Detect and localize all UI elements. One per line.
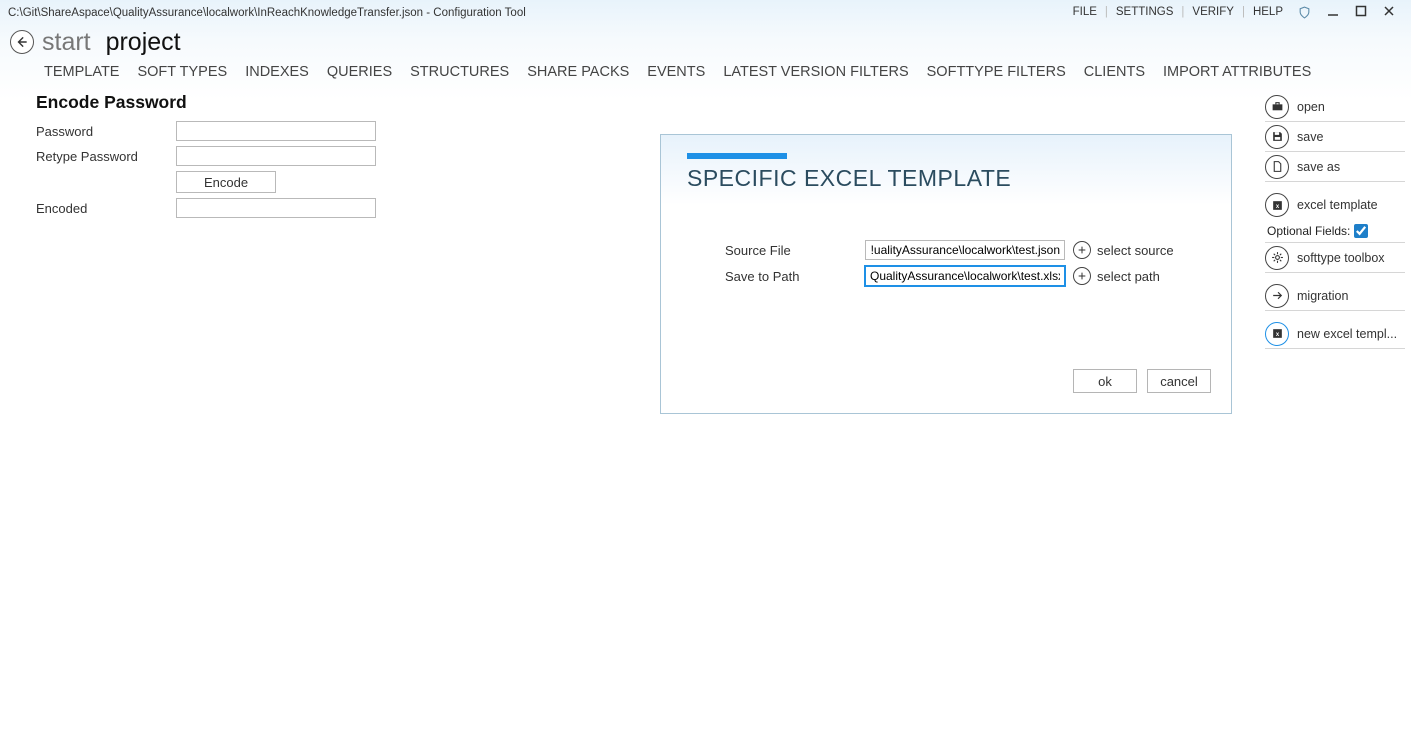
menu-file[interactable]: FILE <box>1067 6 1103 18</box>
dialog-title: SPECIFIC EXCEL TEMPLATE <box>687 165 1231 192</box>
close-button[interactable] <box>1375 5 1403 20</box>
nav-tabs: TEMPLATE SOFT TYPES INDEXES QUERIES STRU… <box>0 60 1411 92</box>
tab-share-packs[interactable]: SHARE PACKS <box>527 64 629 80</box>
plus-icon <box>1073 241 1091 259</box>
password-label: Password <box>36 124 176 139</box>
cancel-button[interactable]: cancel <box>1147 369 1211 393</box>
optional-fields-label: Optional Fields: <box>1267 224 1350 238</box>
maximize-button[interactable] <box>1347 5 1375 20</box>
optional-fields-row: Optional Fields: <box>1265 220 1405 243</box>
sidebar-softtype-toolbox[interactable]: softtype toolbox <box>1265 243 1405 273</box>
window-title: C:\Git\ShareAspace\QualityAssurance\loca… <box>8 5 526 19</box>
breadcrumb: start project <box>42 28 181 57</box>
optional-fields-checkbox[interactable] <box>1354 224 1368 238</box>
dialog-accent-bar <box>687 153 787 159</box>
sidebar-new-excel-template[interactable]: x new excel templ... <box>1265 319 1405 349</box>
tab-queries[interactable]: QUERIES <box>327 64 392 80</box>
encoded-output[interactable] <box>176 198 376 218</box>
tab-soft-types[interactable]: SOFT TYPES <box>137 64 227 80</box>
tab-template[interactable]: TEMPLATE <box>44 64 119 80</box>
sidebar-save[interactable]: save <box>1265 122 1405 152</box>
tab-clients[interactable]: CLIENTS <box>1084 64 1145 80</box>
minimize-button[interactable] <box>1319 5 1347 20</box>
sidebar-open[interactable]: open <box>1265 92 1405 122</box>
select-path-button[interactable]: select path <box>1073 267 1160 285</box>
save-to-path-label: Save to Path <box>725 269 865 284</box>
plus-icon <box>1073 267 1091 285</box>
tab-latest-version-filters[interactable]: LATEST VERSION FILTERS <box>723 64 908 80</box>
encode-button[interactable]: Encode <box>176 171 276 193</box>
arrow-right-icon <box>1265 284 1289 308</box>
retype-password-input[interactable] <box>176 146 376 166</box>
breadcrumb-start[interactable]: start <box>42 28 91 56</box>
source-file-label: Source File <box>725 243 865 258</box>
menu-help[interactable]: HELP <box>1247 6 1289 18</box>
tab-indexes[interactable]: INDEXES <box>245 64 309 80</box>
tab-import-attributes[interactable]: IMPORT ATTRIBUTES <box>1163 64 1311 80</box>
source-file-input[interactable] <box>865 240 1065 260</box>
encode-password-section: Encode Password Password Retype Password… <box>0 92 620 223</box>
tab-structures[interactable]: STRUCTURES <box>410 64 509 80</box>
save-icon <box>1265 125 1289 149</box>
sidebar-save-as[interactable]: save as <box>1265 152 1405 182</box>
ok-button[interactable]: ok <box>1073 369 1137 393</box>
section-title: Encode Password <box>36 92 620 113</box>
tab-softtype-filters[interactable]: SOFTTYPE FILTERS <box>927 64 1066 80</box>
password-input[interactable] <box>176 121 376 141</box>
document-icon <box>1265 155 1289 179</box>
save-to-path-input[interactable] <box>865 266 1065 286</box>
sidebar-migration[interactable]: migration <box>1265 281 1405 311</box>
sidebar-excel-template[interactable]: x excel template <box>1265 190 1405 220</box>
gear-icon <box>1265 246 1289 270</box>
select-source-button[interactable]: select source <box>1073 241 1174 259</box>
retype-password-label: Retype Password <box>36 149 176 164</box>
encoded-label: Encoded <box>36 201 176 216</box>
right-sidebar: open save save as x excel template Optio… <box>1265 92 1405 349</box>
specific-excel-template-dialog: SPECIFIC EXCEL TEMPLATE Source File sele… <box>660 134 1232 414</box>
briefcase-icon <box>1265 95 1289 119</box>
breadcrumb-project: project <box>106 28 181 56</box>
menu-verify[interactable]: VERIFY <box>1186 6 1240 18</box>
shield-icon <box>1297 5 1311 19</box>
title-bar: C:\Git\ShareAspace\QualityAssurance\loca… <box>0 0 1411 24</box>
menu-settings[interactable]: SETTINGS <box>1110 6 1180 18</box>
back-button[interactable] <box>10 30 34 54</box>
breadcrumb-row: start project <box>0 24 1411 60</box>
excel-icon: x <box>1265 322 1289 346</box>
tab-events[interactable]: EVENTS <box>647 64 705 80</box>
excel-icon: x <box>1265 193 1289 217</box>
